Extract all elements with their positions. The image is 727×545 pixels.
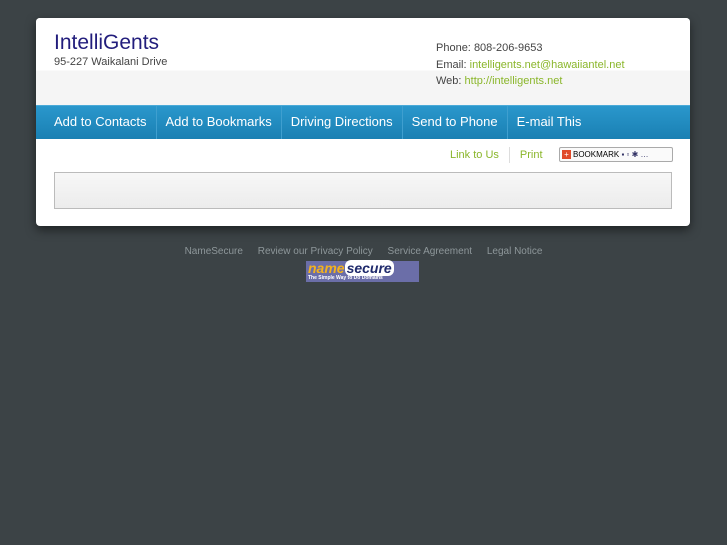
footer-namesecure-link[interactable]: NameSecure	[185, 246, 243, 257]
footer-legal-notice-link[interactable]: Legal Notice	[487, 246, 543, 257]
social-icons: ▪ ▫ ✱ …	[621, 150, 649, 159]
business-name: IntelliGents	[54, 31, 160, 54]
bookmark-button[interactable]: + BOOKMARK ▪ ▫ ✱ …	[559, 147, 673, 162]
link-to-us[interactable]: Link to Us	[440, 149, 509, 161]
contact-info: Phone: 808-206-9653 Email: intelligents.…	[436, 40, 625, 90]
header: IntelliGents 95-227 Waikalani Drive Phon…	[36, 18, 690, 105]
logo-name: name	[308, 260, 345, 276]
print-link[interactable]: Print	[510, 149, 553, 161]
business-address: 95-227 Waikalani Drive	[54, 56, 168, 68]
add-to-contacts-button[interactable]: Add to Contacts	[36, 106, 157, 139]
add-to-bookmarks-button[interactable]: Add to Bookmarks	[157, 106, 282, 139]
footer-service-agreement-link[interactable]: Service Agreement	[388, 246, 473, 257]
email-this-button[interactable]: E-mail This	[508, 106, 591, 139]
action-nav: Add to Contacts Add to Bookmarks Driving…	[36, 105, 690, 139]
content-box	[54, 172, 672, 209]
logo-secure: secure	[344, 260, 394, 276]
bookmark-label: BOOKMARK	[573, 150, 620, 159]
email-label: Email:	[436, 58, 467, 71]
web-label: Web:	[436, 75, 462, 87]
phone: 808-206-9653	[473, 42, 543, 54]
send-to-phone-button[interactable]: Send to Phone	[403, 106, 508, 139]
web-link[interactable]: http://intelligents.net	[465, 75, 563, 87]
footer-privacy-link[interactable]: Review our Privacy Policy	[258, 246, 373, 257]
business-card: IntelliGents 95-227 Waikalani Drive Phon…	[36, 18, 690, 226]
logo-tagline: The Simple Way to Do Domains	[308, 275, 383, 281]
phone-label: Phone:	[436, 42, 471, 54]
footer-links: NameSecure Review our Privacy Policy Ser…	[0, 246, 727, 257]
namesecure-logo[interactable]: name secure The Simple Way to Do Domains	[306, 260, 419, 282]
email-link[interactable]: intelligents.net@hawaiiantel.net	[470, 59, 625, 71]
utility-links: Link to Us Print	[440, 147, 553, 163]
driving-directions-button[interactable]: Driving Directions	[282, 106, 403, 139]
plus-icon: +	[562, 150, 571, 159]
